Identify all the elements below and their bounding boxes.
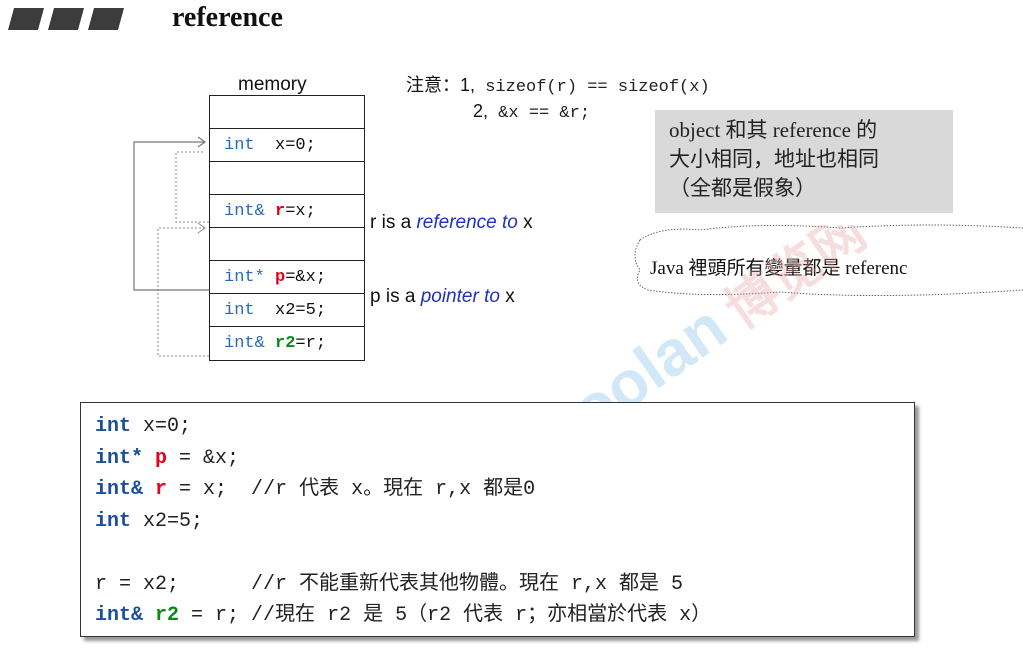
code-line: int& r = x; //r 代表 x。現在 r,x 都是0 xyxy=(95,478,536,501)
code-line: int& r2 = r; //現在 r2 是 5（r2 代表 r；亦相當於代表 … xyxy=(95,604,712,627)
code-block: int x=0; int* p = &x; int& r = x; //r 代表… xyxy=(80,402,915,637)
memory-label: memory xyxy=(238,74,307,95)
info-box-line: （全都是假象） xyxy=(669,176,816,200)
memory-cell-r: int& r=x; xyxy=(210,195,364,228)
memory-cell-p: int* p=&x; xyxy=(210,261,364,294)
info-box: object 和其 reference 的 大小相同，地址也相同 （全都是假象） xyxy=(655,110,953,213)
memory-cell-x: int x=0; xyxy=(210,129,364,162)
memory-table: int x=0; int& r=x; int* p=&x; int x2=5; … xyxy=(209,95,365,361)
memory-cell-empty xyxy=(210,228,364,261)
memory-cell-empty xyxy=(210,162,364,195)
memory-cell-empty xyxy=(210,96,364,129)
svg-text:博览网: 博览网 xyxy=(715,225,870,341)
memory-cell-x2: int x2=5; xyxy=(210,294,364,327)
code-line: r = x2; //r 不能重新代表其他物體。現在 r,x 都是 5 xyxy=(95,572,684,596)
info-box-line: object 和其 reference 的 xyxy=(669,118,878,142)
info-box-line: 大小相同，地址也相同 xyxy=(669,147,879,171)
note-line-2: 2, &x == &r; xyxy=(473,101,591,123)
memory-cell-r2: int& r2=r; xyxy=(224,334,327,353)
note-line-1: 注意：1, sizeof(r) == sizeof(x) xyxy=(406,75,710,97)
code-line: int x2=5; xyxy=(95,509,204,533)
code-line: int* p = &x; xyxy=(95,446,240,470)
code-line: int x=0; xyxy=(95,415,192,438)
